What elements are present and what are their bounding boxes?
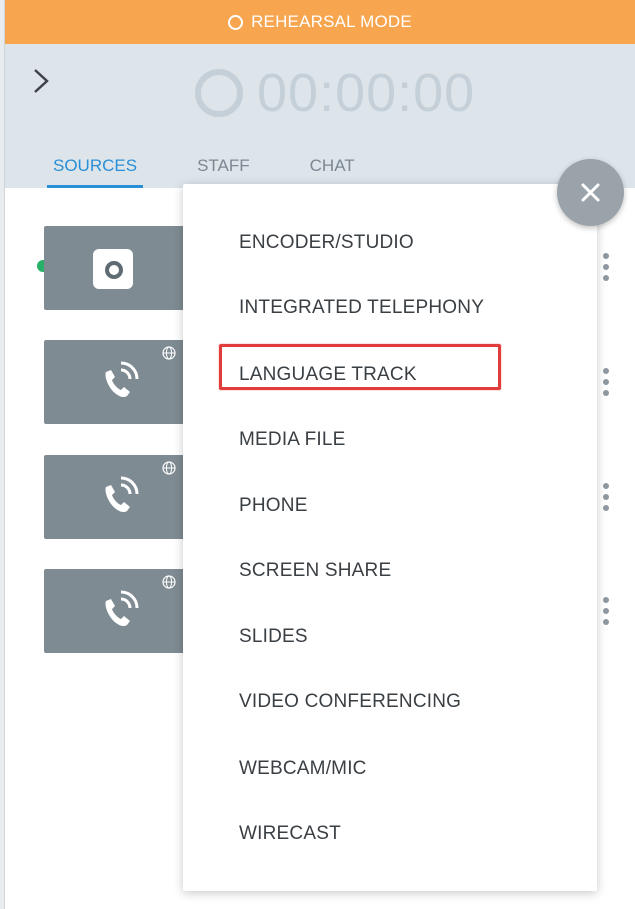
- more-vertical-icon[interactable]: [602, 597, 610, 633]
- more-vertical-icon[interactable]: [602, 368, 610, 404]
- phone-ringing-icon: [105, 361, 139, 398]
- tab-bar: SOURCES STAFF CHAT: [47, 154, 409, 188]
- header: 00:00:00 SOURCES STAFF CHAT: [5, 44, 635, 188]
- tab-staff[interactable]: STAFF: [191, 154, 256, 188]
- menu-item-screen-share[interactable]: SCREEN SHARE: [239, 560, 391, 582]
- menu-item-video-conferencing[interactable]: VIDEO CONFERENCING: [239, 691, 461, 713]
- chevron-right-icon[interactable]: [27, 66, 57, 96]
- globe-icon: [162, 346, 176, 360]
- menu-item-integrated-telephony[interactable]: INTEGRATED TELEPHONY: [239, 297, 484, 319]
- rehearsal-label: REHEARSAL MODE: [251, 12, 412, 31]
- globe-icon: [162, 461, 176, 475]
- add-source-menu: ENCODER/STUDIO INTEGRATED TELEPHONY LANG…: [183, 184, 597, 891]
- tab-chat[interactable]: CHAT: [304, 154, 361, 188]
- menu-item-encoder-studio[interactable]: ENCODER/STUDIO: [239, 232, 414, 254]
- record-status-icon: [195, 69, 243, 117]
- menu-item-webcam-mic[interactable]: WEBCAM/MIC: [239, 758, 367, 780]
- menu-item-language-track[interactable]: LANGUAGE TRACK: [239, 364, 417, 386]
- close-icon: [581, 183, 600, 202]
- rehearsal-ring-icon: [228, 14, 244, 30]
- tab-sources[interactable]: SOURCES: [47, 154, 144, 188]
- globe-icon: [162, 575, 176, 589]
- source-card-phone-3[interactable]: [44, 569, 194, 653]
- phone-ringing-icon: [105, 476, 139, 513]
- timer-value: 00:00:00: [257, 63, 476, 123]
- menu-item-media-file[interactable]: MEDIA FILE: [239, 429, 346, 451]
- menu-item-slides[interactable]: SLIDES: [239, 626, 308, 648]
- more-vertical-icon[interactable]: [602, 253, 610, 289]
- menu-item-phone[interactable]: PHONE: [239, 495, 308, 517]
- more-vertical-icon[interactable]: [602, 483, 610, 519]
- camera-icon: [93, 249, 133, 289]
- source-card-phone-2[interactable]: [44, 455, 194, 539]
- rehearsal-banner: REHEARSAL MODE: [5, 0, 635, 44]
- phone-ringing-icon: [105, 590, 139, 627]
- menu-item-wirecast[interactable]: WIRECAST: [239, 823, 341, 845]
- close-button[interactable]: [557, 159, 624, 226]
- source-card-webcam[interactable]: [44, 226, 194, 310]
- timer: 00:00:00: [195, 62, 475, 124]
- source-card-phone-1[interactable]: [44, 340, 194, 424]
